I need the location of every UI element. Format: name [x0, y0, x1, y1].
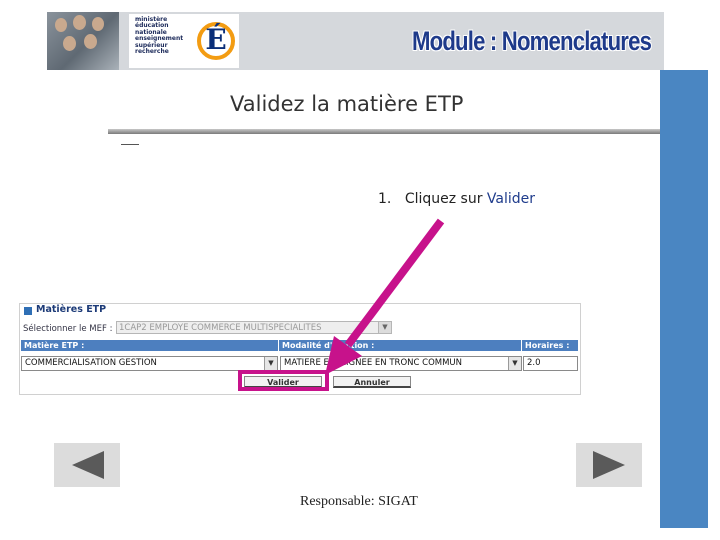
triangle-right-icon: [593, 451, 625, 479]
previous-slide-button[interactable]: [54, 443, 120, 487]
triangle-left-icon: [72, 451, 104, 479]
next-slide-button[interactable]: [576, 443, 642, 487]
footer-responsable: Responsable: SIGAT: [300, 494, 418, 509]
